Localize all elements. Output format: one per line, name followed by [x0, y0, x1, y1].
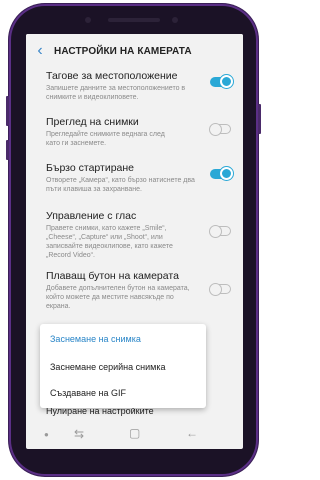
toggle-switch[interactable] [210, 167, 233, 180]
app-header: ‹ НАСТРОЙКИ НА КАМЕРАТА [26, 34, 243, 68]
bixby-button [6, 140, 9, 160]
page-title: НАСТРОЙКИ НА КАМЕРАТА [54, 45, 192, 57]
recent-apps-icon[interactable]: ⇆ [74, 427, 84, 441]
screen: ‹ НАСТРОЙКИ НА КАМЕРАТА Тагове за местоп… [26, 34, 243, 449]
front-camera [172, 17, 178, 23]
menu-item-take-picture[interactable]: Заснемане на снимка [50, 334, 141, 344]
setting-voice-control[interactable]: Управление с глас Правете снимки, като к… [26, 206, 243, 266]
setting-desc: Добавете допълнителен бутон на камерата,… [46, 285, 190, 310]
setting-review-pictures[interactable]: Преглед на снимки Прегледайте снимките в… [26, 114, 243, 160]
toggle-switch[interactable] [209, 123, 231, 136]
setting-desc: Правете снимки, като кажете „Smile“, „Ch… [46, 225, 173, 259]
setting-title: Управление с глас [46, 210, 137, 222]
setting-desc: Запишете данните за местоположението в с… [46, 85, 186, 101]
shutter-action-menu: Заснемане на снимка Заснемане серийна сн… [40, 324, 206, 408]
home-icon[interactable]: ▢ [129, 426, 140, 440]
setting-location-tags[interactable]: Тагове за местоположение Запишете даннит… [26, 68, 243, 114]
setting-title: Преглед на снимки [46, 116, 139, 128]
back-icon[interactable]: ← [186, 426, 198, 440]
toggle-switch[interactable] [209, 283, 231, 296]
toggle-switch[interactable] [210, 75, 233, 88]
setting-floating-camera-button[interactable]: Плаващ бутон на камерата Добавете допълн… [26, 266, 243, 322]
setting-title: Тагове за местоположение [46, 70, 178, 82]
sensor-dot [85, 17, 91, 23]
toggle-switch[interactable] [209, 225, 231, 238]
volume-button [6, 96, 9, 126]
setting-title: Бързо стартиране [46, 162, 135, 174]
setting-desc: Отворете „Камера“, като бързо натиснете … [46, 177, 195, 193]
speaker-grille [108, 18, 160, 22]
back-arrow-icon[interactable]: ‹ [26, 34, 54, 68]
setting-title: Плаващ бутон на камерата [46, 270, 179, 282]
menu-item-burst-shot[interactable]: Заснемане серийна снимка [50, 362, 165, 372]
dot-icon: ● [44, 430, 49, 439]
setting-quick-launch[interactable]: Бързо стартиране Отворете „Камера“, като… [26, 160, 243, 206]
power-button [258, 104, 261, 134]
menu-item-create-gif[interactable]: Създаване на GIF [50, 388, 126, 398]
setting-desc: Прегледайте снимките веднага след като г… [46, 131, 165, 147]
